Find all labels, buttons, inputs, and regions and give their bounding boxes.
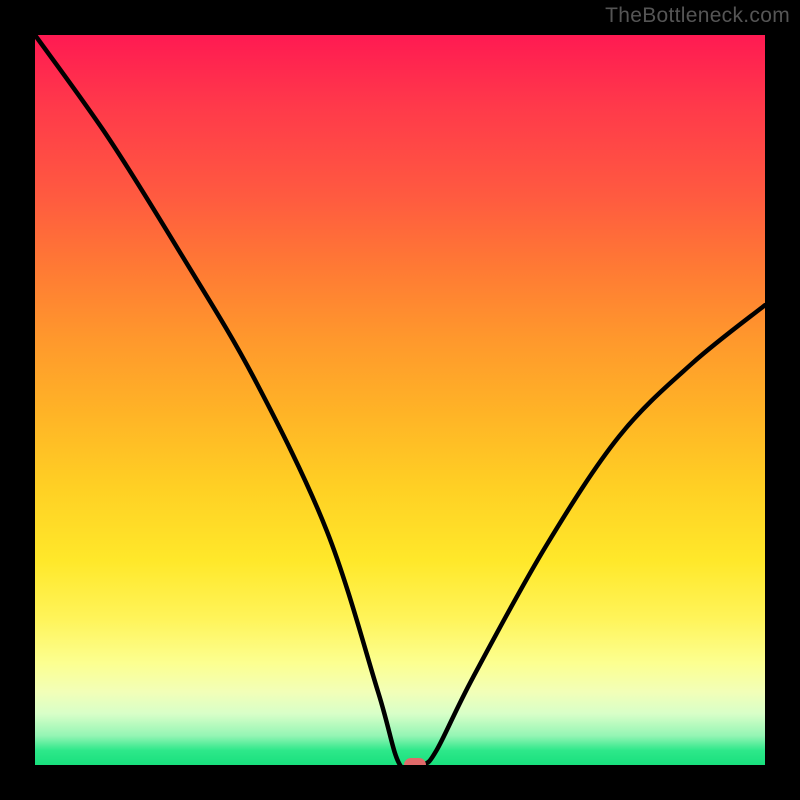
- plot-area: [35, 35, 765, 765]
- watermark-text: TheBottleneck.com: [605, 4, 790, 28]
- bottleneck-curve: [35, 35, 765, 765]
- optimal-point-marker: [404, 758, 426, 765]
- chart-frame: TheBottleneck.com: [0, 0, 800, 800]
